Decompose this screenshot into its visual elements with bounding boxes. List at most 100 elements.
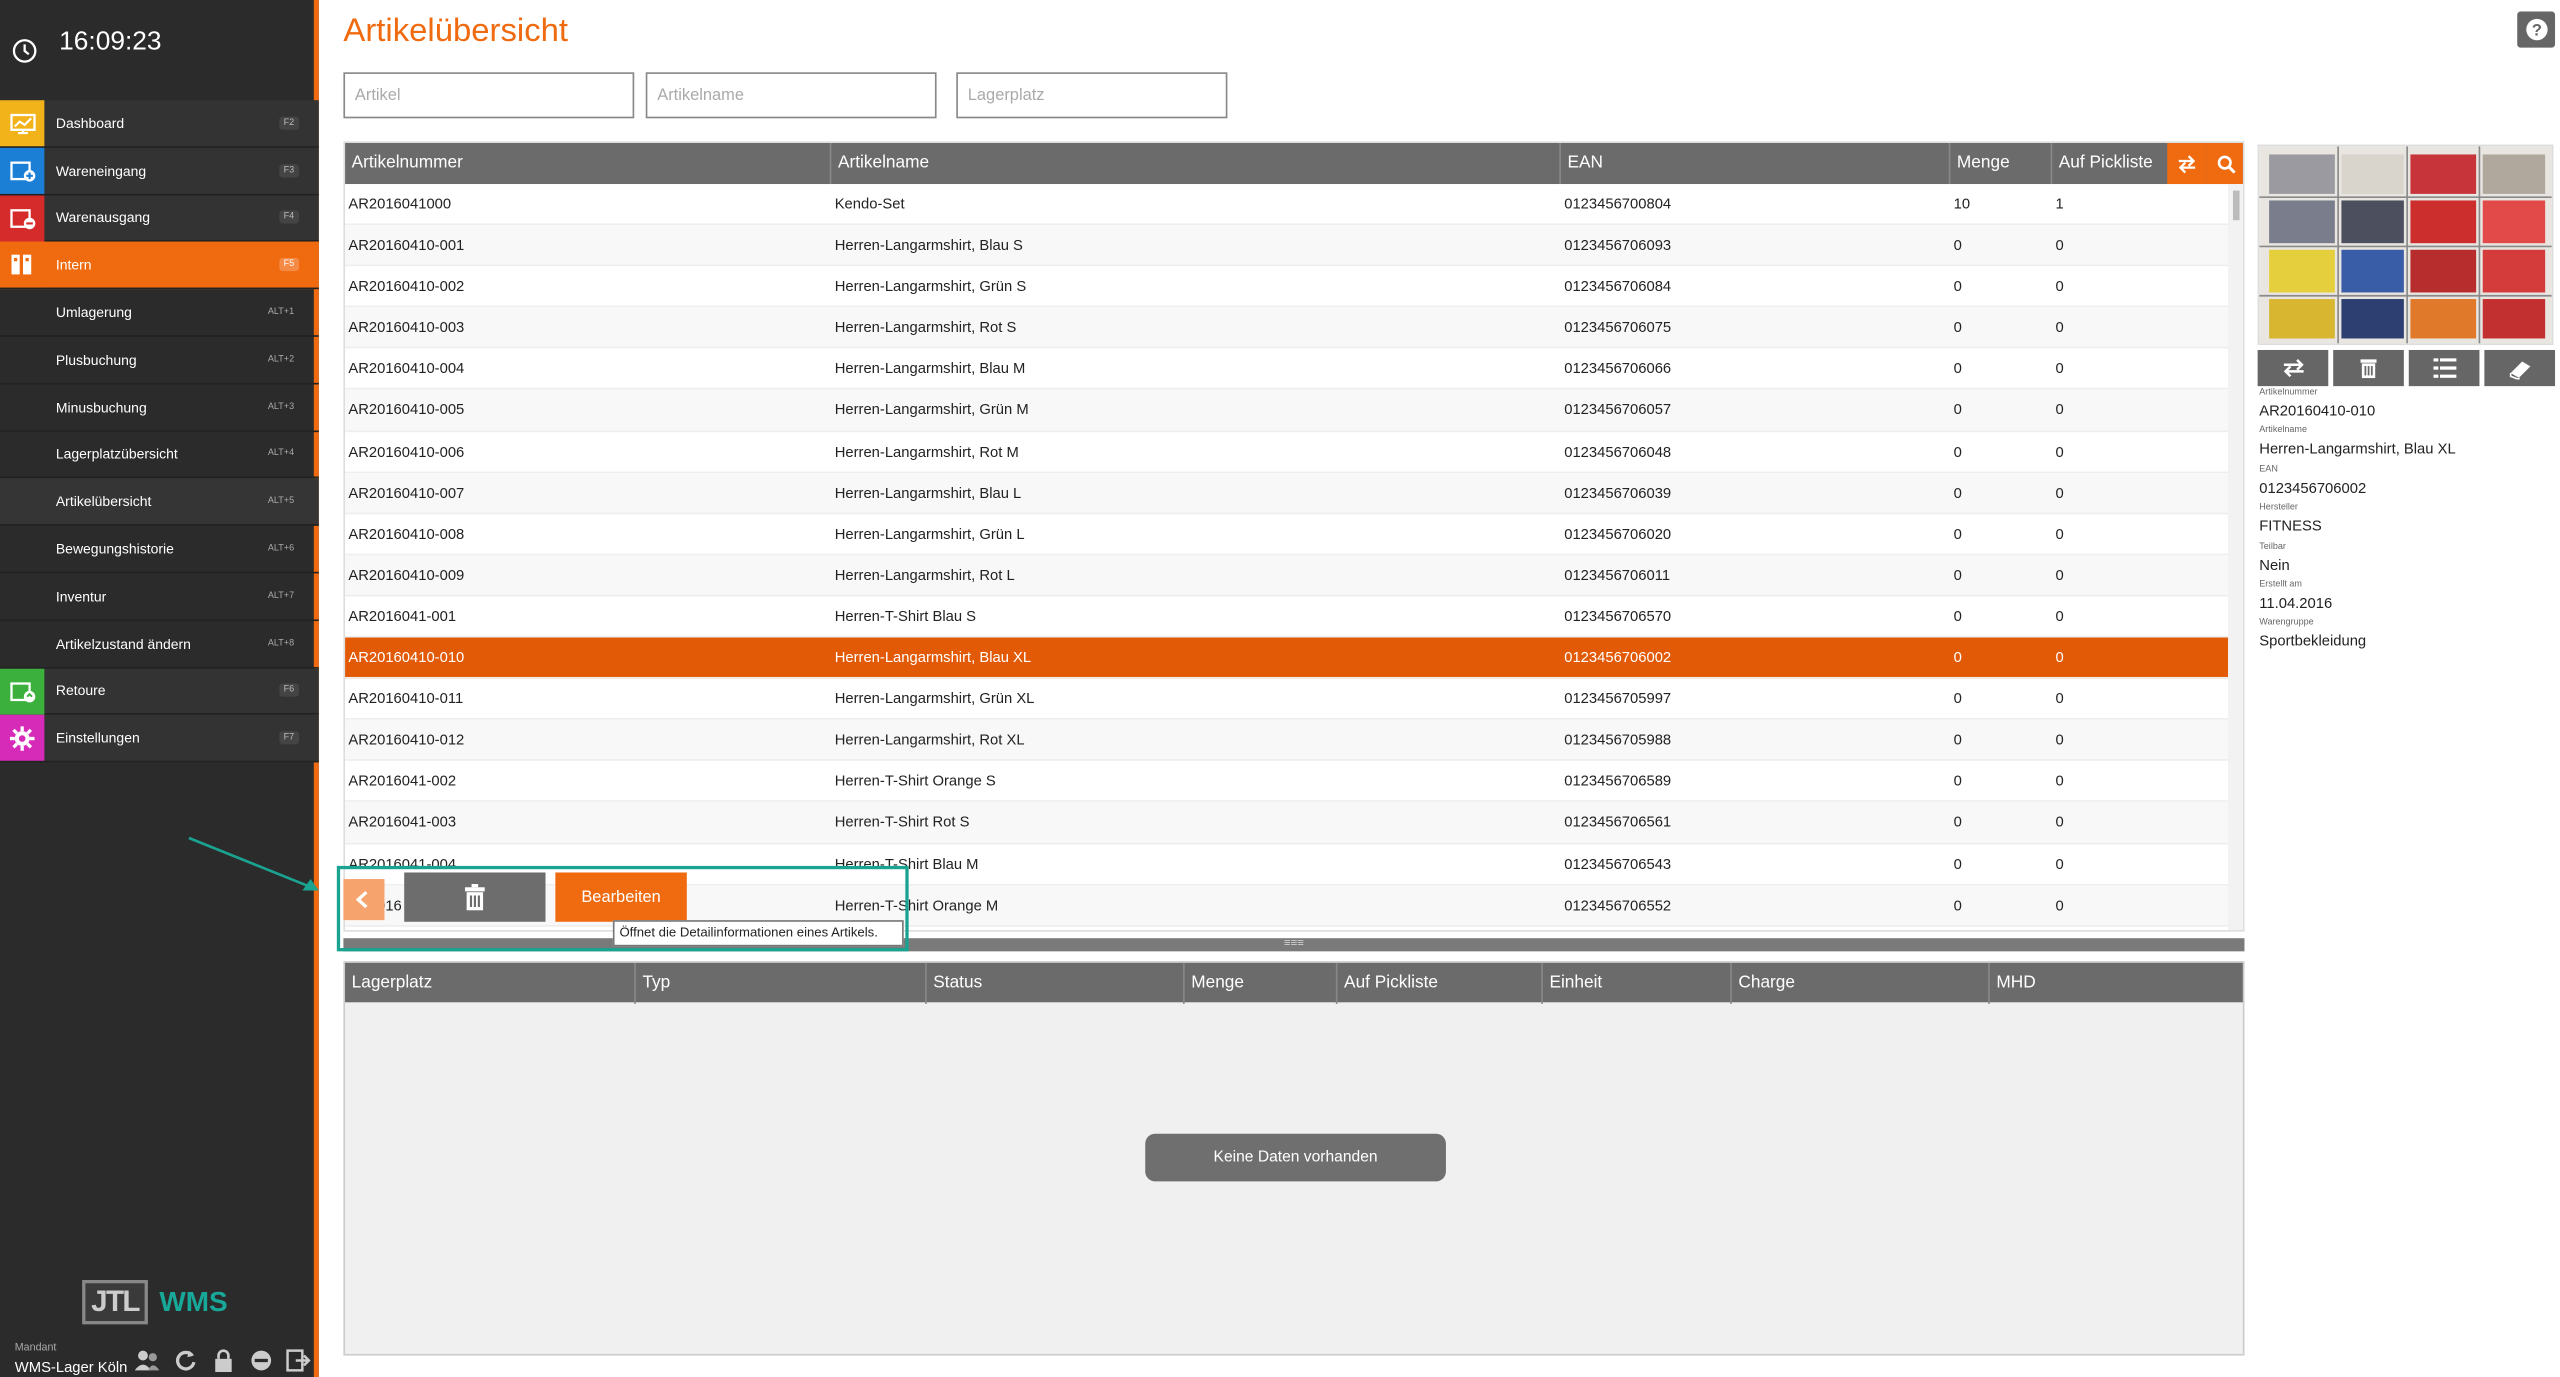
table-row[interactable]: AR20160410-010 Herren-Langarmshirt, Blau … — [345, 637, 2229, 679]
sidebar-item-einstellungen[interactable]: Einstellungen F7 — [0, 715, 319, 763]
sidebar-item-label: Plusbuchung — [55, 351, 137, 368]
detail-value: AR20160410-010 — [2259, 402, 2376, 419]
sidebar-item-artikelübersicht[interactable]: Artikelübersicht ALT+5 — [0, 478, 319, 527]
shortcut-key-badge: F3 — [278, 163, 300, 177]
mandant-value[interactable]: WMS-Lager Köln — [15, 1359, 127, 1375]
sidebar-item-bewegungshistorie[interactable]: Bewegungshistorie ALT+6 — [0, 526, 319, 574]
shortcut-key-badge: F2 — [278, 116, 300, 130]
column-header-artikelnummer[interactable]: Artikelnummer — [345, 142, 832, 185]
table-cell: 0 — [2055, 690, 2064, 707]
table-row[interactable]: AR20160410-012 Herren-Langarmshirt, Rot X… — [345, 720, 2229, 762]
lock-icon[interactable] — [207, 1346, 238, 1376]
table-row[interactable]: AR20160410-004 Herren-Langarmshirt, Blau … — [345, 349, 2229, 391]
column-header-typ[interactable]: Typ — [636, 962, 927, 1004]
artikel-filter-input[interactable] — [343, 72, 635, 119]
table-row[interactable]: AR20160410-002 Herren-Langarmshirt, Grün … — [345, 266, 2229, 308]
table-row[interactable]: AR20160410-006 Herren-Langarmshirt, Rot M… — [345, 431, 2229, 473]
table-cell: 0123456706002 — [1564, 649, 1672, 666]
detail-value: 0123456706002 — [2259, 479, 2367, 496]
table-row[interactable]: AR20160410-005 Herren-Langarmshirt, Grün … — [345, 390, 2229, 432]
sidebar-item-inventur[interactable]: Inventur ALT+7 — [0, 573, 319, 621]
table-cell: 0123456706039 — [1564, 484, 1672, 501]
column-header-artikelname[interactable]: Artikelname — [831, 142, 1561, 185]
table-row[interactable]: AR2016041-002 Herren-T-Shirt Orange S 0123… — [345, 761, 2229, 803]
detail-value: Sportbekleidung — [2259, 633, 2367, 650]
shortcut-key-badge: F5 — [278, 258, 300, 272]
sidebar-item-dashboard[interactable]: Dashboard F2 — [0, 100, 319, 148]
article-grid-scrollbar[interactable] — [2228, 184, 2243, 930]
column-header-charge[interactable]: Charge — [1732, 962, 1990, 1004]
table-row[interactable]: AR2016041000 Kendo-Set 0123456700804 10 1 — [345, 184, 2229, 226]
table-cell: 0123456700804 — [1564, 195, 1672, 212]
table-row[interactable]: AR20160410-003 Herren-Langarmshirt, Rot S… — [345, 307, 2229, 349]
sidebar-item-label: Lagerplatzübersicht — [55, 446, 178, 463]
table-cell: AR20160410-006 — [348, 442, 465, 460]
table-row[interactable]: AR20160410-007 Herren-Langarmshirt, Blau … — [345, 472, 2229, 514]
users-icon[interactable] — [131, 1346, 162, 1376]
article-detail-panel: Artikelnummer AR20160410-010 Artikelname He… — [2254, 141, 2556, 930]
table-row[interactable]: AR20160410-008 Herren-Langarmshirt, Grün … — [345, 514, 2229, 556]
table-cell: 1 — [2055, 195, 2064, 212]
sidebar-item-umlagerung[interactable]: Umlagerung ALT+1 — [0, 289, 319, 337]
sidebar-item-plusbuchung[interactable]: Plusbuchung ALT+2 — [0, 337, 319, 385]
table-row[interactable]: AR2016041-003 Herren-T-Shirt Rot S 0123456… — [345, 802, 2229, 844]
panel-list-button[interactable] — [2408, 349, 2480, 387]
table-cell: 0 — [1953, 814, 1962, 831]
shortcut-key-badge: F4 — [278, 211, 300, 225]
column-header-auf-pickliste[interactable]: Auf Pickliste — [2052, 143, 2167, 184]
sidebar-item-minusbuchung[interactable]: Minusbuchung ALT+3 — [0, 384, 319, 432]
minus-circle-icon[interactable] — [245, 1346, 276, 1376]
delete-button[interactable] — [404, 872, 546, 922]
panel-swap-button[interactable] — [2257, 349, 2329, 387]
logout-icon[interactable] — [283, 1346, 314, 1376]
arrow-left-icon — [355, 890, 368, 909]
detail-label: Artikelnummer — [2259, 387, 2318, 398]
table-cell: 0 — [1953, 277, 1962, 295]
grid-search-button[interactable] — [2206, 142, 2243, 185]
edit-tooltip: Öffnet die Detailinformationen eines Art… — [612, 920, 904, 947]
sidebar-item-wareneingang[interactable]: Wareneingang F3 — [0, 147, 319, 195]
table-cell: Herren-Langarmshirt, Blau L — [834, 484, 1022, 501]
table-cell: Herren-Langarmshirt, Grün XL — [834, 690, 1035, 707]
sidebar-item-lagerplatzübersicht[interactable]: Lagerplatzübersicht ALT+4 — [0, 431, 319, 479]
sidebar-item-warenausgang[interactable]: Warenausgang F4 — [0, 194, 319, 243]
sidebar-item-intern[interactable]: Intern F5 — [0, 242, 319, 290]
panel-book-button[interactable] — [2484, 349, 2556, 387]
column-header-auf-pickliste-2[interactable]: Auf Pickliste — [1337, 962, 1543, 1004]
swap-columns-button[interactable] — [2167, 142, 2207, 185]
panel-delete-button[interactable] — [2333, 349, 2404, 387]
lagerplatz-filter-input[interactable] — [956, 72, 1228, 119]
column-header-lagerplatz[interactable]: Lagerplatz — [345, 962, 636, 1004]
table-cell: AR20160410-003 — [348, 319, 465, 336]
sidebar-item-retoure[interactable]: Retoure F6 — [0, 668, 319, 716]
table-cell: AR20160410-011 — [348, 690, 464, 707]
table-cell: 0 — [2055, 319, 2064, 336]
table-row[interactable]: AR20160410-001 Herren-Langarmshirt, Blau … — [345, 225, 2229, 267]
column-header-status[interactable]: Status — [927, 962, 1185, 1004]
table-cell: 0 — [1953, 855, 1962, 872]
article-grid-body: AR2016041000 Kendo-Set 0123456700804 10 1 AR2… — [345, 184, 2229, 927]
column-header-menge-2[interactable]: Menge — [1185, 962, 1338, 1004]
column-header-ean[interactable]: EAN — [1561, 142, 1951, 185]
table-cell: 0 — [1953, 484, 1962, 501]
table-row[interactable]: AR2016041-001 Herren-T-Shirt Blau S 012345… — [345, 596, 2229, 638]
list-icon — [2432, 358, 2456, 378]
edit-button[interactable]: Bearbeiten — [555, 872, 687, 922]
back-arrow-button[interactable] — [343, 879, 385, 921]
column-header-einheit[interactable]: Einheit — [1543, 962, 1732, 1004]
sync-icon[interactable] — [169, 1346, 200, 1376]
table-row[interactable]: AR20160410-009 Herren-Langarmshirt, Rot L… — [345, 555, 2229, 597]
return-icon — [0, 668, 45, 715]
storage-grid: Lagerplatz Typ Status Menge Auf Picklist… — [343, 961, 2245, 1356]
scrollbar-thumb[interactable] — [2232, 190, 2240, 221]
sidebar-item-label: Wareneingang — [55, 162, 147, 179]
table-row[interactable]: AR20160410-011 Herren-Langarmshirt, Grün … — [345, 679, 2229, 721]
table-cell: 0123456706561 — [1564, 814, 1672, 831]
column-header-menge[interactable]: Menge — [1950, 142, 2053, 185]
artikelname-filter-input[interactable] — [645, 72, 937, 119]
column-header-mhd[interactable]: MHD — [1990, 963, 2243, 1004]
help-button[interactable]: ? — [2517, 11, 2556, 48]
sidebar-item-artikelzustand-ändern[interactable]: Artikelzustand ändern ALT+8 — [0, 621, 319, 669]
outbound-icon — [0, 194, 45, 241]
table-cell: 0 — [2055, 566, 2064, 584]
